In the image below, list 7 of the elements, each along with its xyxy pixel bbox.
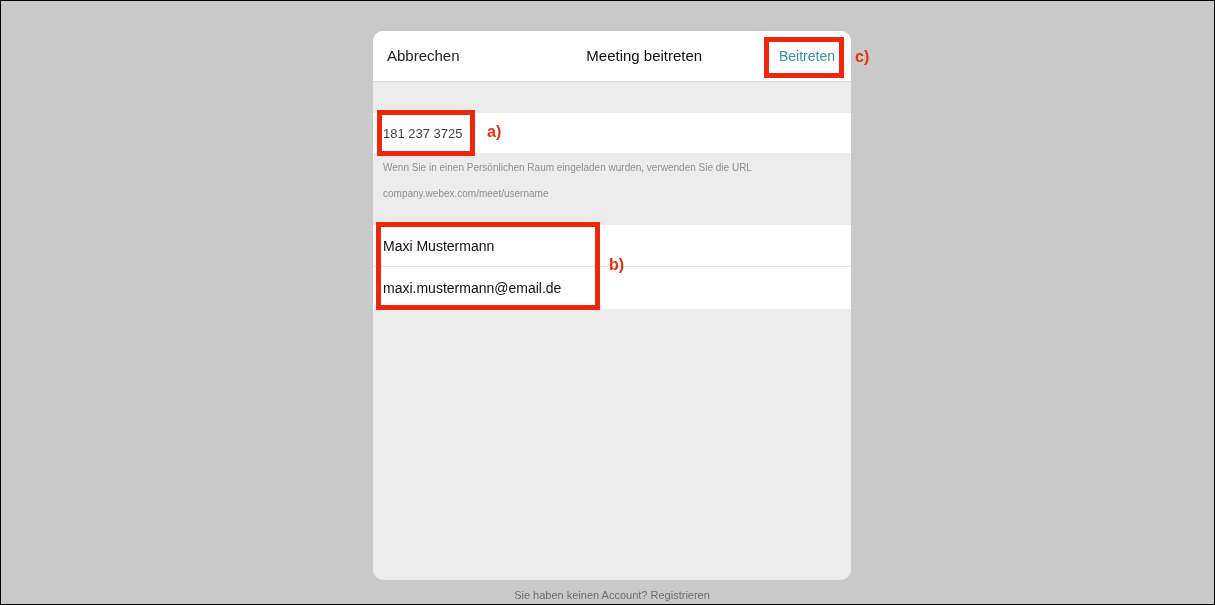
join-button[interactable]: Beitreten	[778, 45, 835, 67]
callout-label: a)	[487, 122, 502, 142]
callout-label: c)	[855, 47, 870, 67]
hint-text: Wenn Sie in einen Persönlichen Raum eingeladen wurden, verwenden Sie die URL	[383, 161, 753, 175]
cancel-button[interactable]: Abbrechen	[387, 44, 460, 68]
hint-text: company.webex.com/meet/username	[383, 187, 550, 201]
dialog-title: Meeting beitreten	[586, 45, 703, 66]
